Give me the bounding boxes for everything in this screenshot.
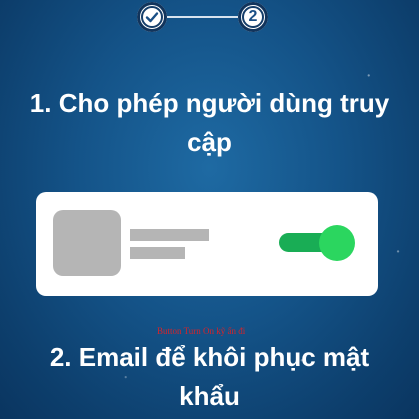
step-2-number: 2 [242, 6, 264, 28]
access-toggle[interactable] [279, 225, 355, 261]
step-2-indicator[interactable]: 2 [238, 2, 268, 32]
step-1-circle [141, 6, 163, 28]
check-icon [145, 12, 159, 23]
section-1-title: 1. Cho phép người dùng truy cập [29, 88, 390, 157]
annotation-hint: Button Turn On kỹ ẩn đi [157, 326, 246, 336]
step-1-indicator[interactable] [137, 2, 167, 32]
avatar-placeholder [53, 210, 121, 276]
stepper-connector [167, 16, 238, 18]
text-placeholder-line-1 [130, 229, 209, 241]
toggle-knob [319, 225, 355, 261]
text-placeholder-line-2 [130, 247, 185, 259]
permission-preview-card [36, 192, 378, 296]
section-2-title: 2. Email để khôi phục mật khẩu [49, 342, 370, 411]
progress-stepper: 2 [137, 0, 277, 40]
